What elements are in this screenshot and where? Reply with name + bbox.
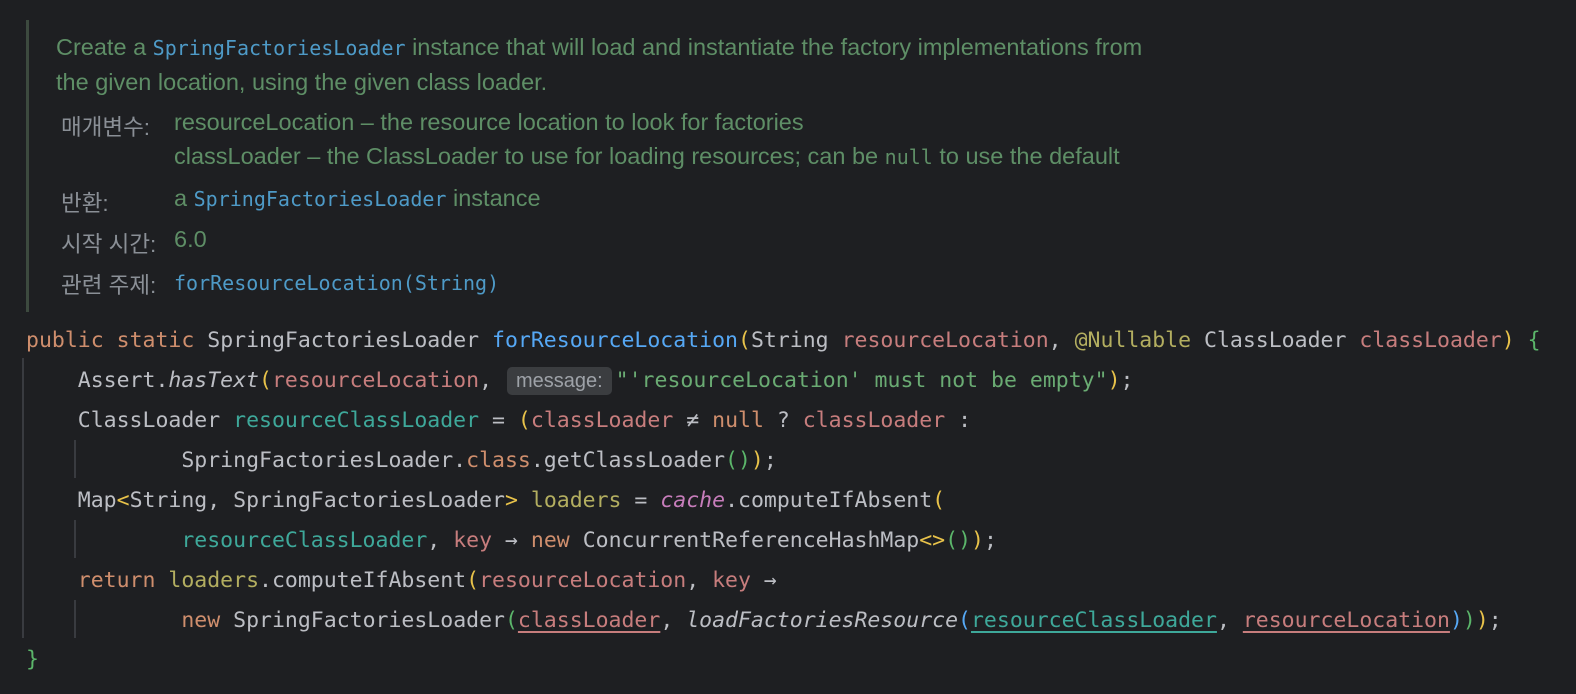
return-type: SpringFactoriesLoader bbox=[207, 328, 480, 353]
method-call: .computeIfAbsent bbox=[259, 568, 467, 593]
code-line-6: resourceClassLoader, key → new Concurren… bbox=[181, 528, 997, 553]
code-line-7: return loaders.computeIfAbsent(resourceL… bbox=[77, 568, 777, 593]
lambda-param: key bbox=[712, 568, 751, 593]
paren: ) bbox=[1501, 328, 1515, 353]
returns-text: instance bbox=[446, 185, 541, 211]
desc-text: instance that will load and instantiate … bbox=[405, 34, 1143, 60]
class-ref: SpringFactoriesLoader. bbox=[181, 448, 467, 473]
local-var: resourceClassLoader bbox=[181, 528, 428, 553]
kw-static: static bbox=[116, 328, 195, 353]
local-var: loaders bbox=[530, 488, 622, 513]
returns-value: a SpringFactoriesLoader instance bbox=[174, 185, 541, 212]
returns-label: 반환: bbox=[61, 191, 109, 216]
paren: () bbox=[725, 448, 751, 473]
param-type: String bbox=[750, 328, 829, 353]
string-literal: "'resourceLocation' must not be empty" bbox=[615, 368, 1108, 393]
arrow: → bbox=[504, 528, 518, 553]
param-ref: classLoader bbox=[802, 408, 946, 433]
code-line-5: Map<String, SpringFactoriesLoader> loade… bbox=[77, 488, 946, 513]
parameter-hint: message: bbox=[506, 367, 612, 395]
static-field: cache bbox=[660, 488, 726, 513]
method-name: forResourceLocation bbox=[492, 328, 738, 353]
paren: ( bbox=[958, 608, 971, 633]
params-label: 매개변수: bbox=[61, 115, 151, 140]
type: ClassLoader bbox=[77, 408, 221, 433]
code-line-4: SpringFactoriesLoader.class.getClassLoad… bbox=[181, 448, 777, 473]
paren: ( bbox=[259, 368, 272, 393]
paren: ) bbox=[750, 448, 764, 473]
kw-return: return bbox=[77, 568, 156, 593]
param-name: resourceLocation bbox=[841, 328, 1049, 353]
desc-class-link[interactable]: SpringFactoriesLoader bbox=[153, 36, 406, 60]
param-text: to use the default bbox=[932, 143, 1120, 169]
kw-new: new bbox=[181, 608, 221, 633]
kw-null: null bbox=[712, 408, 764, 433]
desc-text: Create a bbox=[56, 34, 153, 60]
paren: ( bbox=[517, 408, 531, 433]
param-ref: resourceLocation bbox=[1242, 608, 1450, 633]
brace: { bbox=[1527, 328, 1541, 353]
local-var: resourceClassLoader bbox=[970, 608, 1217, 633]
paren: ( bbox=[737, 328, 751, 353]
javadoc-description: Create a SpringFactoriesLoader instance … bbox=[56, 30, 1356, 99]
code-line-8: new SpringFactoriesLoader(classLoader, l… bbox=[181, 608, 1502, 633]
param-type: ClassLoader bbox=[1204, 328, 1347, 353]
type: ConcurrentReferenceHashMap bbox=[582, 528, 920, 553]
code-line-1: public static SpringFactoriesLoader forR… bbox=[26, 328, 1541, 353]
local-var: loaders bbox=[168, 568, 260, 593]
param-class-loader: classLoader – the ClassLoader to use for… bbox=[174, 143, 1120, 170]
kw-class: class bbox=[466, 448, 531, 473]
angle: < bbox=[116, 488, 130, 513]
paren: ( bbox=[466, 568, 480, 593]
code-line-9: } bbox=[26, 647, 39, 672]
since-label: 시작 시간: bbox=[61, 232, 157, 257]
code-line-3: ClassLoader resourceClassLoader = (class… bbox=[77, 408, 972, 433]
returns-class-link[interactable]: SpringFactoriesLoader bbox=[194, 187, 447, 211]
see-value-wrap: forResourceLocation(String) bbox=[174, 269, 499, 296]
param-name: classLoader bbox=[1359, 328, 1502, 353]
paren: () bbox=[945, 528, 972, 553]
paren: ) bbox=[971, 528, 984, 553]
desc-text: the given location, using the given clas… bbox=[56, 69, 548, 95]
type: SpringFactoriesLoader bbox=[233, 608, 505, 633]
operator: ≠ bbox=[686, 408, 700, 433]
paren: ( bbox=[932, 488, 946, 513]
local-var: resourceClassLoader bbox=[233, 408, 480, 433]
param-ref: resourceLocation bbox=[479, 568, 687, 593]
type: SpringFactoriesLoader bbox=[233, 488, 505, 513]
paren: ( bbox=[504, 608, 518, 633]
arg: resourceLocation bbox=[271, 368, 480, 393]
method-call: loadFactoriesResource bbox=[686, 608, 959, 633]
type: Map bbox=[77, 488, 117, 513]
null-code: null bbox=[884, 145, 933, 169]
paren: ) bbox=[1462, 608, 1476, 633]
kw-public: public bbox=[26, 328, 104, 353]
paren: ) bbox=[1475, 608, 1489, 633]
param-ref: classLoader bbox=[530, 408, 674, 433]
lambda-param: key bbox=[453, 528, 493, 553]
param-text: classLoader – the ClassLoader to use for… bbox=[174, 143, 885, 169]
since-value: 6.0 bbox=[174, 226, 207, 252]
see-label: 관련 주제: bbox=[61, 273, 157, 298]
arrow: → bbox=[763, 568, 777, 593]
code-line-2: Assert.hasText(resourceLocation, message… bbox=[77, 367, 1134, 395]
paren: ) bbox=[1107, 368, 1121, 393]
method-call: .computeIfAbsent bbox=[725, 488, 933, 513]
kw-new: new bbox=[530, 528, 570, 553]
param-resource-location: resourceLocation – the resource location… bbox=[174, 109, 804, 135]
method-call: .getClassLoader bbox=[530, 448, 726, 473]
paren: ) bbox=[1449, 608, 1463, 633]
param-ref: classLoader bbox=[517, 608, 661, 633]
annotation: @Nullable bbox=[1074, 328, 1192, 353]
returns-text: a bbox=[174, 185, 194, 211]
type: String bbox=[129, 488, 208, 513]
method-call: hasText bbox=[168, 368, 259, 393]
see-link[interactable]: forResourceLocation(String) bbox=[174, 271, 499, 295]
angle: > bbox=[504, 488, 518, 513]
assert-class: Assert. bbox=[77, 368, 169, 393]
indent-guide bbox=[22, 358, 24, 638]
diamond: <> bbox=[919, 528, 946, 553]
javadoc-panel: Create a SpringFactoriesLoader instance … bbox=[26, 20, 1529, 312]
